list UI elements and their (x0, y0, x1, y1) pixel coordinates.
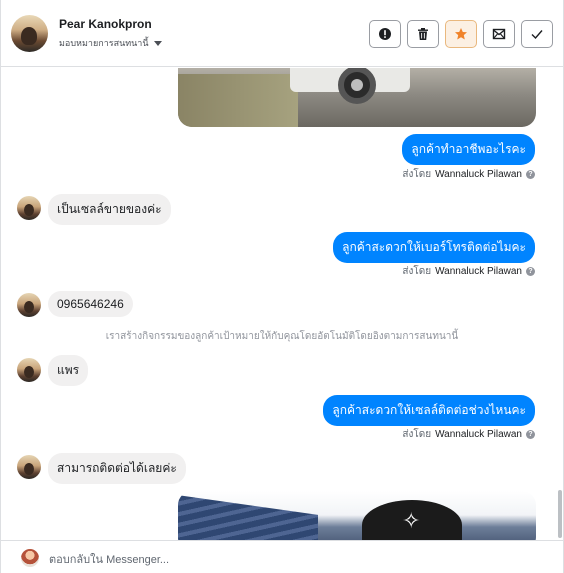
photo-grass (178, 74, 298, 127)
assign-conversation-label: มอบหมายการสนทนานี้ (59, 38, 149, 48)
delete-button[interactable] (407, 20, 439, 48)
mark-spam-button[interactable] (369, 20, 401, 48)
page-avatar (21, 549, 39, 567)
message-thread: ลูกค้าทำอาชีพอะไรคะ ส่งโดย Wannaluck Pil… (1, 68, 563, 540)
check-icon (531, 30, 543, 40)
exclamation-icon (379, 28, 391, 40)
contact-avatar-small[interactable] (17, 455, 41, 479)
outgoing-message[interactable]: ลูกค้าสะดวกให้เบอร์โทรติดต่อไมคะ (333, 232, 535, 263)
outgoing-message[interactable]: ลูกค้าสะดวกให้เซลล์ติดต่อช่วงไหนคะ (323, 395, 535, 426)
photo-roof (178, 495, 318, 540)
incoming-message[interactable]: สามารถติดต่อได้เลยค่ะ (48, 453, 186, 484)
contact-avatar-small[interactable] (17, 293, 41, 317)
sent-by-prefix: ส่งโดย (402, 169, 432, 180)
photo-pegasus-logo (362, 500, 462, 540)
sent-by-line: ส่งโดย Wannaluck Pilawan ? (402, 264, 535, 279)
conversation-toolbar (369, 20, 553, 48)
thread-scrollbar[interactable] (558, 490, 562, 538)
contact-avatar[interactable] (11, 15, 48, 52)
incoming-message[interactable]: 0965646246 (48, 291, 133, 317)
contact-avatar-small[interactable] (17, 196, 41, 220)
sent-by-line: ส่งโดย Wannaluck Pilawan ? (402, 167, 535, 182)
assign-conversation-dropdown[interactable]: มอบหมายการสนทนานี้ (59, 36, 162, 50)
question-icon[interactable]: ? (526, 430, 535, 439)
star-icon (455, 28, 467, 40)
incoming-message[interactable]: เป็นเซลล์ขายของค่ะ (48, 194, 171, 225)
sent-by-prefix: ส่งโดย (402, 266, 432, 277)
system-note: เราสร้างกิจกรรมของลูกค้าเป้าหมายให้กับคุ… (105, 331, 459, 342)
sender-name[interactable]: Wannaluck Pilawan (435, 429, 522, 440)
envelope-icon (492, 28, 506, 40)
contact-name[interactable]: Pear Kanokpron (59, 17, 152, 31)
conversation-header: Pear Kanokpron มอบหมายการสนทนานี้ (1, 0, 563, 67)
sender-name[interactable]: Wannaluck Pilawan (435, 169, 522, 180)
mark-done-button[interactable] (521, 20, 553, 48)
reply-input[interactable]: ตอบกลับใน Messenger... (49, 550, 169, 568)
contact-avatar-small[interactable] (17, 358, 41, 382)
sent-by-line: ส่งโดย Wannaluck Pilawan ? (402, 427, 535, 442)
photo-truck-wheel (338, 68, 376, 104)
question-icon[interactable]: ? (526, 267, 535, 276)
incoming-message[interactable]: แพร (48, 355, 89, 386)
conversation-panel: Pear Kanokpron มอบหมายการสนทนานี้ ลูกค้า… (0, 0, 564, 573)
caret-down-icon (153, 40, 162, 46)
mark-unread-button[interactable] (483, 20, 515, 48)
sent-by-prefix: ส่งโดย (402, 429, 432, 440)
sender-name[interactable]: Wannaluck Pilawan (435, 266, 522, 277)
question-icon[interactable]: ? (526, 170, 535, 179)
reply-composer: ตอบกลับใน Messenger... (1, 540, 563, 573)
attached-photo-truck[interactable] (178, 68, 536, 127)
outgoing-message[interactable]: ลูกค้าทำอาชีพอะไรคะ (402, 134, 535, 165)
trash-icon (418, 28, 428, 40)
attached-photo-logo[interactable] (178, 491, 536, 540)
star-button[interactable] (445, 20, 477, 48)
